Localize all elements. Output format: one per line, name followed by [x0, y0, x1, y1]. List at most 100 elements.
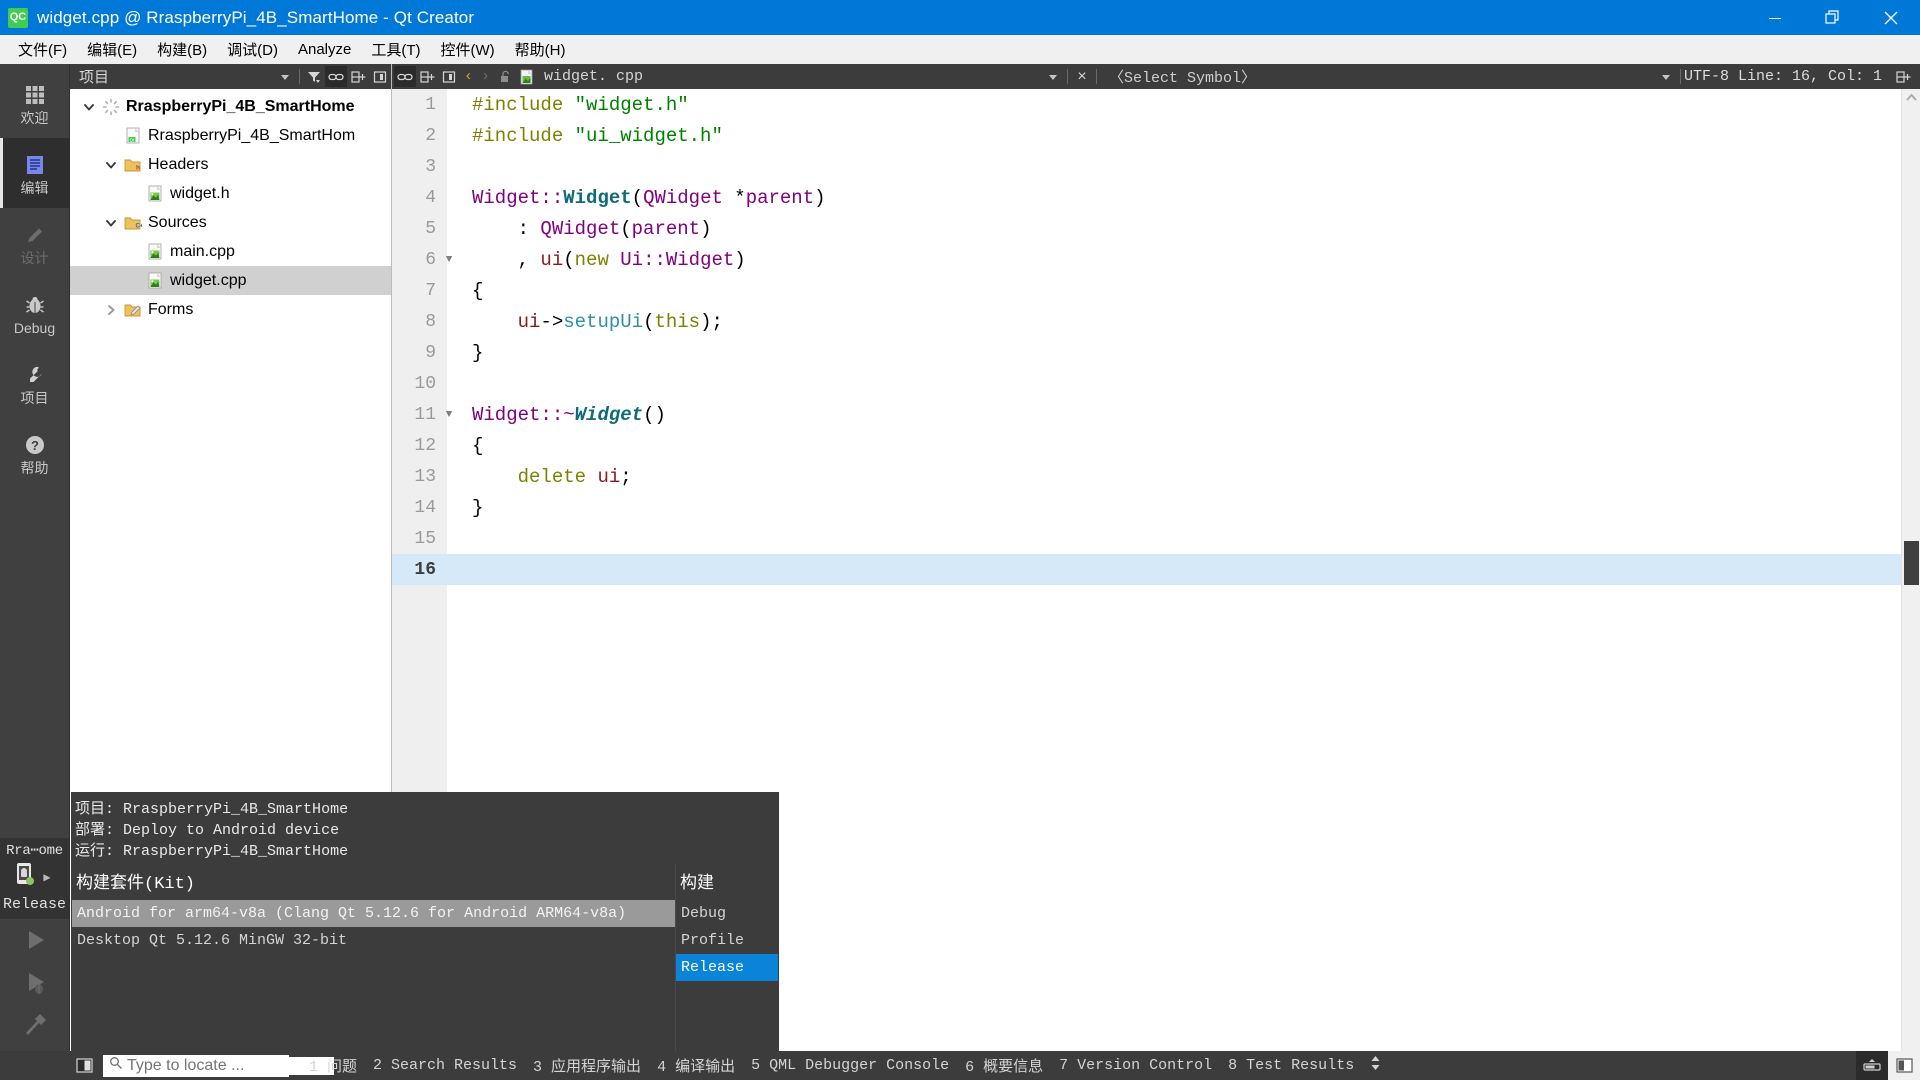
close-document-icon[interactable]: ×: [1071, 66, 1093, 87]
nav-forward-button[interactable]: ›: [477, 68, 494, 85]
chevron-down-icon[interactable]: [100, 154, 122, 176]
tree-item-headers[interactable]: h Headers: [70, 150, 391, 179]
close-sidebar-icon[interactable]: [369, 66, 391, 87]
tree-item-widget-cpp[interactable]: widget.cpp: [70, 266, 391, 295]
nav-back-button[interactable]: ‹: [460, 68, 477, 85]
updown-arrows-icon[interactable]: [1362, 1053, 1389, 1078]
close-split-icon[interactable]: [438, 66, 460, 87]
run-button[interactable]: [0, 919, 69, 961]
tree-item-rraspberrypi-4b-smarthom[interactable]: Qt RraspberryPi_4B_SmartHom: [70, 121, 391, 150]
code-line[interactable]: 1 #include "widget.h": [392, 89, 1901, 120]
scroll-up-arrow-icon[interactable]: [1902, 89, 1920, 106]
menu-window[interactable]: 控件(W): [431, 35, 505, 64]
output-pane-button[interactable]: 6 概要信息: [957, 1053, 1051, 1078]
tree-item-main-cpp[interactable]: main.cpp: [70, 237, 391, 266]
chevron-down-icon-right[interactable]: [1655, 66, 1677, 87]
minimize-button[interactable]: [1746, 0, 1804, 35]
code-line[interactable]: 2 #include "ui_widget.h": [392, 120, 1901, 151]
menu-help[interactable]: 帮助(H): [505, 35, 576, 64]
debug-button[interactable]: [0, 961, 69, 1003]
encoding-line-col[interactable]: UTF-8 Line: 16, Col: 1: [1684, 68, 1882, 85]
code-line[interactable]: 14}: [392, 492, 1901, 523]
code-line[interactable]: 4 Widget::Widget(QWidget *parent): [392, 182, 1901, 213]
tree-item-forms[interactable]: Forms: [70, 295, 391, 324]
view-selector-chevron-icon[interactable]: [274, 66, 296, 87]
mode-projects[interactable]: 项目: [0, 348, 69, 418]
menu-build[interactable]: 构建(B): [147, 35, 217, 64]
split-icon-right[interactable]: [1892, 66, 1914, 87]
locator-input[interactable]: [103, 1054, 334, 1077]
chevron-right-icon[interactable]: [100, 299, 122, 321]
mode-design[interactable]: 设计: [0, 208, 69, 278]
mode-help[interactable]: ? 帮助: [0, 418, 69, 488]
popup-kit-item[interactable]: Android for arm64-v8a (Clang Qt 5.12.6 f…: [72, 900, 675, 927]
scrollbar-thumb[interactable]: [1904, 541, 1919, 585]
popup-kit-column: 构建套件(Kit) Android for arm64-v8a (Clang Q…: [72, 864, 676, 1054]
fold-marker-icon[interactable]: ▼: [438, 254, 460, 266]
progress-details-icon[interactable]: [1856, 1051, 1888, 1080]
editor-filename[interactable]: widget. cpp: [544, 68, 643, 85]
tree-item-rraspberrypi-4b-smarthome[interactable]: RraspberryPi_4B_SmartHome: [70, 92, 391, 121]
mode-debug[interactable]: Debug: [0, 278, 69, 348]
fold-marker-icon[interactable]: ▼: [438, 409, 460, 421]
chevron-down-icon[interactable]: [100, 212, 122, 234]
code-line[interactable]: 16: [392, 554, 1901, 585]
popup-build-item[interactable]: Profile: [676, 927, 778, 954]
link-sync-icon[interactable]: [325, 66, 347, 87]
output-pane-button[interactable]: 2 Search Results: [365, 1055, 525, 1076]
code-line[interactable]: 7{: [392, 275, 1901, 306]
mode-edit[interactable]: 编辑: [0, 138, 69, 208]
code-line[interactable]: 12 {: [392, 430, 1901, 461]
qt-creator-icon: QC: [8, 7, 28, 28]
tree-item-widget-h[interactable]: widget.h: [70, 179, 391, 208]
code-line[interactable]: 13 delete ui;: [392, 461, 1901, 492]
mode-debug-label: Debug: [13, 319, 56, 336]
code-line[interactable]: 6 ▼ , ui(new Ui::Widget): [392, 244, 1901, 275]
restore-button[interactable]: [1804, 0, 1862, 35]
popup-kit-list[interactable]: Android for arm64-v8a (Clang Qt 5.12.6 f…: [72, 900, 675, 954]
code-line[interactable]: 15: [392, 523, 1901, 554]
popup-build-item[interactable]: Debug: [676, 900, 778, 927]
menu-file[interactable]: 文件(F): [8, 35, 77, 64]
mode-edit-label: 编辑: [20, 179, 49, 196]
output-pane-button[interactable]: 3 应用程序输出: [525, 1053, 649, 1078]
menu-analyze[interactable]: Analyze: [288, 37, 361, 62]
symbol-selector[interactable]: 〈Select Symbol〉: [1109, 66, 1256, 87]
split-icon[interactable]: [416, 66, 438, 87]
code-line[interactable]: 8 ui->setupUi(this);: [392, 306, 1901, 337]
code-line-text: {: [472, 434, 484, 457]
code-lines[interactable]: 1 #include "widget.h" 2 #include "ui_widget…: [392, 89, 1901, 585]
popup-build-list[interactable]: Debug Profile Release: [676, 900, 778, 981]
menu-debug[interactable]: 调试(D): [217, 35, 288, 64]
popup-kit-item[interactable]: Desktop Qt 5.12.6 MinGW 32-bit: [72, 927, 675, 954]
filter-icon[interactable]: [303, 66, 325, 87]
output-pane-button[interactable]: 5 QML Debugger Console: [743, 1055, 957, 1076]
mode-welcome[interactable]: 欢迎: [0, 68, 69, 138]
link-sync-icon[interactable]: [394, 66, 416, 87]
build-button[interactable]: [0, 1003, 69, 1045]
kit-target-selector-popup[interactable]: 项目: RraspberryPi_4B_SmartHome 部署: Deploy…: [71, 792, 779, 1055]
code-line[interactable]: 5 : QWidget(parent): [392, 213, 1901, 244]
code-line[interactable]: 9}: [392, 337, 1901, 368]
output-pane-button[interactable]: 7 Version Control: [1051, 1055, 1220, 1076]
output-pane-button[interactable]: 8 Test Results: [1220, 1055, 1362, 1076]
code-line[interactable]: 11 ▼ Widget::~Widget(): [392, 399, 1901, 430]
folder-h-icon: h: [122, 154, 144, 176]
code-line[interactable]: 3: [392, 151, 1901, 182]
close-button[interactable]: [1862, 0, 1920, 35]
chevron-down-icon[interactable]: [78, 96, 100, 118]
output-pane-button[interactable]: 1 问题: [301, 1053, 365, 1078]
split-icon[interactable]: [347, 66, 369, 87]
menu-tools[interactable]: 工具(T): [361, 35, 430, 64]
chevron-down-icon[interactable]: [1042, 66, 1064, 87]
popup-build-item[interactable]: Release: [676, 954, 778, 981]
output-pane-button[interactable]: 4 编译输出: [649, 1053, 743, 1078]
code-line[interactable]: 10: [392, 368, 1901, 399]
unlocked-icon[interactable]: [494, 66, 516, 87]
kit-selector-button[interactable]: Rra⋯ome ▶ Release: [0, 838, 69, 919]
toggle-sidebar-icon[interactable]: [71, 1055, 97, 1077]
editor-vertical-scrollbar[interactable]: [1901, 89, 1920, 1051]
tree-item-sources[interactable]: C+ Sources: [70, 208, 391, 237]
menu-edit[interactable]: 编辑(E): [77, 35, 147, 64]
toggle-output-pane-icon[interactable]: [1888, 1051, 1920, 1080]
